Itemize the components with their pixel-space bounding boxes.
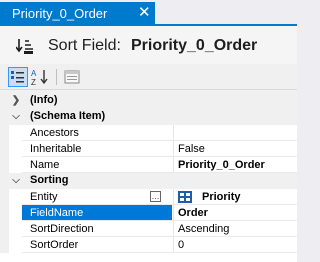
page-title: Priority_0_Order (131, 37, 258, 54)
property-value[interactable]: Order (174, 205, 297, 221)
alphabetical-sort-button[interactable]: A Z (30, 67, 50, 87)
property-row-inheritable[interactable]: Inheritable False (0, 141, 297, 157)
grid-toolbar: A Z (0, 64, 297, 90)
category-label: (Schema Item) (30, 110, 106, 122)
property-row-name[interactable]: Name Priority_0_Order (0, 157, 297, 173)
properties-window: Priority_0_Order ✕ Sort Field: Priority_… (0, 0, 297, 262)
sort-field-icon (16, 39, 33, 54)
tab-priority-0-order[interactable]: Priority_0_Order ✕ (0, 2, 155, 26)
toolbar-separator (56, 69, 57, 85)
property-name: FieldName (22, 205, 172, 221)
property-pages-icon (64, 70, 80, 84)
property-row-sortdirection[interactable]: SortDirection Ascending (0, 221, 297, 237)
property-value[interactable]: Ascending (174, 221, 297, 237)
category-sorting[interactable]: ⌵ Sorting (0, 173, 297, 189)
chevron-right-icon[interactable]: ❯ (10, 93, 22, 109)
tab-title: Priority_0_Order (12, 6, 108, 21)
property-pages-button[interactable] (62, 67, 82, 87)
svg-text:A: A (31, 69, 37, 78)
property-value[interactable]: 0 (174, 237, 297, 253)
categorized-view-icon (11, 71, 24, 83)
property-name: Inheritable (30, 143, 82, 155)
category-label: Sorting (30, 174, 69, 186)
property-name: SortOrder (30, 239, 79, 251)
entity-value: Priority (202, 191, 241, 203)
header-prefix: Sort Field: (48, 37, 121, 54)
chevron-down-icon[interactable]: ⌵ (10, 173, 22, 189)
category-label: (Info) (30, 94, 58, 106)
entity-browse-button[interactable]: … (150, 191, 161, 202)
property-value[interactable]: Priority_0_Order (174, 157, 297, 173)
property-row-entity[interactable]: Entity … Priority (0, 189, 297, 205)
property-name: SortDirection (30, 223, 94, 235)
alphabetical-sort-icon: A Z (31, 69, 48, 87)
property-name: Name (30, 159, 60, 171)
svg-text:Z: Z (31, 78, 36, 87)
property-value[interactable] (174, 125, 297, 141)
property-row-sortorder[interactable]: SortOrder 0 (0, 237, 297, 253)
categorized-view-button[interactable] (8, 67, 28, 87)
document-header: Sort Field: Priority_0_Order (0, 26, 297, 64)
tab-strip: Priority_0_Order ✕ (0, 0, 297, 26)
property-value-entity[interactable]: Priority (174, 189, 297, 205)
property-grid: ❯ (Info) ⌵ (Schema Item) Ancestors Inher… (0, 93, 297, 262)
property-row-fieldname[interactable]: FieldName Order (0, 205, 297, 221)
property-name: Ancestors (30, 127, 79, 139)
category-info[interactable]: ❯ (Info) (0, 93, 297, 109)
close-icon[interactable]: ✕ (138, 3, 151, 23)
property-row-ancestors[interactable]: Ancestors (0, 125, 297, 141)
property-value[interactable]: False (174, 141, 297, 157)
entity-icon (178, 191, 192, 203)
chevron-down-icon[interactable]: ⌵ (10, 109, 22, 125)
category-schema-item[interactable]: ⌵ (Schema Item) (0, 109, 297, 125)
